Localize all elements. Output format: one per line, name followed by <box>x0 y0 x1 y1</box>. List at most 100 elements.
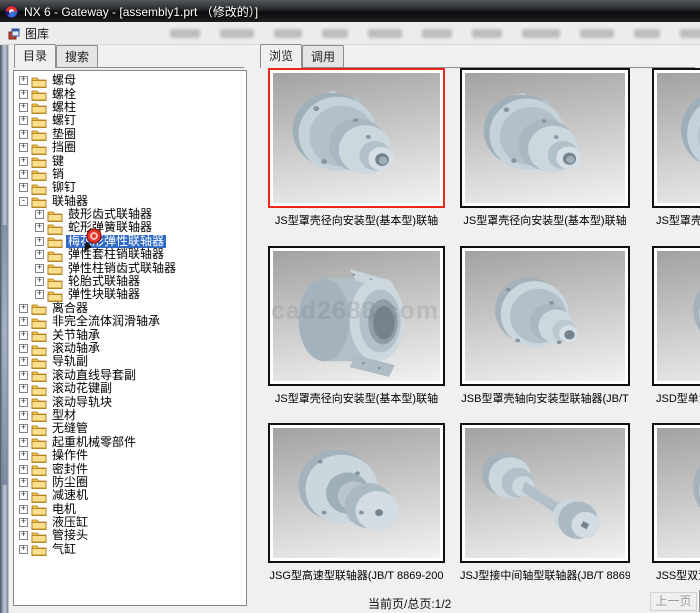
expand-icon[interactable]: + <box>35 210 44 219</box>
tree-item[interactable]: + 管接头 <box>14 529 246 542</box>
thumbnail-frame[interactable] <box>268 246 445 386</box>
library-window-titlebar[interactable]: 图库 <box>8 25 49 42</box>
tree-item-label[interactable]: 弹性柱销齿式联轴器 <box>66 262 178 275</box>
thumbnail-frame[interactable] <box>268 423 445 563</box>
tree-item[interactable]: +销 <box>14 168 246 181</box>
tree-item[interactable]: +螺钉 <box>14 114 246 127</box>
tree-item[interactable]: +蛇形弹簧联轴器 <box>14 221 246 234</box>
expand-icon[interactable]: + <box>35 264 44 273</box>
tree-item[interactable]: +防尘圈 <box>14 476 246 489</box>
coupling-preview-image[interactable] <box>273 73 440 203</box>
thumbnail-frame[interactable] <box>652 246 700 386</box>
tree-item[interactable]: +起重机械零部件 <box>14 436 246 449</box>
expand-icon[interactable]: + <box>19 170 28 179</box>
tree-item-label[interactable]: 管接头 <box>50 529 90 542</box>
coupling-preview-image[interactable] <box>273 251 440 381</box>
tree-item-label[interactable]: 挡圈 <box>50 141 78 154</box>
tree-item[interactable]: + 气缸 <box>14 543 246 556</box>
tree-item[interactable]: +滚动导轨块 <box>14 395 246 408</box>
tree-item-label[interactable]: 铆钉 <box>50 181 78 194</box>
coupling-preview-image[interactable] <box>657 251 700 381</box>
catalog-tree[interactable]: +螺母+螺栓+螺柱+螺钉+垫圈+挡圈+键+销+铆钉-联轴器+鼓形齿式联轴器+蛇形… <box>13 70 247 606</box>
coupling-preview-image[interactable] <box>657 73 700 203</box>
tree-item[interactable]: + 密封件 <box>14 462 246 475</box>
tree-item-label[interactable]: 气缸 <box>50 543 78 556</box>
expand-icon[interactable]: + <box>35 277 44 286</box>
tree-item[interactable]: + 挡圈 <box>14 141 246 154</box>
tree-item-label[interactable]: 电机 <box>50 503 78 516</box>
tree-item[interactable]: + 弹性套柱销联轴器 <box>14 248 246 261</box>
expand-icon[interactable]: + <box>19 384 28 393</box>
tree-item[interactable]: +导轨副 <box>14 355 246 368</box>
tree-item-label[interactable]: 键 <box>50 155 66 168</box>
tree-item-label[interactable]: 梅花形弹性联轴器 <box>66 235 166 248</box>
expand-icon[interactable]: + <box>19 143 28 152</box>
expand-icon[interactable]: + <box>19 451 28 460</box>
expand-icon[interactable]: + <box>19 531 28 540</box>
expand-icon[interactable]: + <box>19 465 28 474</box>
tree-item-label[interactable]: 导轨副 <box>50 355 90 368</box>
tree-item[interactable]: + 型材 <box>14 409 246 422</box>
tree-item[interactable]: +液压缸 <box>14 516 246 529</box>
expand-icon[interactable]: + <box>35 250 44 259</box>
thumbnail-frame-selected[interactable] <box>268 68 445 208</box>
tree-item-label[interactable]: 弹性套柱销联轴器 <box>66 248 166 261</box>
expand-icon[interactable]: + <box>19 90 28 99</box>
tree-item-label[interactable]: 螺母 <box>50 74 78 87</box>
expand-icon[interactable]: + <box>19 304 28 313</box>
tree-item[interactable]: + 电机 <box>14 503 246 516</box>
tree-item[interactable]: +铆钉 <box>14 181 246 194</box>
expand-icon[interactable]: + <box>19 371 28 380</box>
tree-item-label[interactable]: 螺栓 <box>50 88 78 101</box>
thumbnail-cell[interactable]: JS型罩壳径向安装型(基本型)联轴 <box>268 68 445 228</box>
tree-item[interactable]: + 非完全流体润滑轴承 <box>14 315 246 328</box>
tree-item-label[interactable]: 关节轴承 <box>50 329 102 342</box>
tree-item-label[interactable]: 操作件 <box>50 449 90 462</box>
thumbnail-cell[interactable]: JSG型高速型联轴器(JB/T 8869-200 <box>268 423 445 583</box>
tree-item-label[interactable]: 销 <box>50 168 66 181</box>
tree-item-label[interactable]: 密封件 <box>50 463 90 476</box>
tab-browse[interactable]: 浏览 <box>260 44 302 68</box>
expand-icon[interactable]: + <box>19 344 28 353</box>
tab-catalog[interactable]: 目录 <box>14 44 56 68</box>
tree-item-label[interactable]: 蛇形弹簧联轴器 <box>66 221 154 234</box>
thumbnail-frame[interactable] <box>460 246 630 386</box>
tree-item[interactable]: +滚动直线导套副 <box>14 369 246 382</box>
expand-icon[interactable]: + <box>19 518 28 527</box>
tree-item-label[interactable]: 型材 <box>50 409 78 422</box>
expand-icon[interactable]: + <box>19 491 28 500</box>
expand-icon[interactable]: + <box>19 505 28 514</box>
thumbnail-frame[interactable] <box>652 68 700 208</box>
expand-icon[interactable]: + <box>19 545 28 554</box>
coupling-preview-image[interactable] <box>465 73 625 203</box>
tree-item-label[interactable]: 非完全流体润滑轴承 <box>50 315 162 328</box>
thumbnail-cell[interactable]: JS型罩壳径向安装型(基本型)联轴 <box>268 246 445 406</box>
expand-icon[interactable]: + <box>19 130 28 139</box>
thumbnail-frame[interactable] <box>652 423 700 563</box>
tree-item-label[interactable]: 垫圈 <box>50 128 78 141</box>
expand-icon[interactable]: + <box>19 116 28 125</box>
tree-item-label[interactable]: 螺柱 <box>50 101 78 114</box>
expand-icon[interactable]: + <box>19 398 28 407</box>
thumbnail-frame[interactable] <box>460 423 630 563</box>
tree-item[interactable]: + 螺柱 <box>14 101 246 114</box>
tree-item[interactable]: +滚动轴承 <box>14 342 246 355</box>
expand-icon[interactable]: + <box>19 317 28 326</box>
expand-icon[interactable]: + <box>19 76 28 85</box>
tree-item[interactable]: +减速机 <box>14 489 246 502</box>
tree-item[interactable]: +滚动花键副 <box>14 382 246 395</box>
tree-item[interactable]: + 操作件 <box>14 449 246 462</box>
expand-icon[interactable]: + <box>19 438 28 447</box>
tree-item-label[interactable]: 弹性块联轴器 <box>66 288 142 301</box>
expand-icon[interactable]: + <box>35 237 44 246</box>
thumbnail-cell[interactable]: JS型罩壳径向安装型(基本型)联轴 <box>460 68 630 228</box>
tree-item-label[interactable]: 离合器 <box>50 302 90 315</box>
expand-icon[interactable]: + <box>19 411 28 420</box>
coupling-preview-image[interactable] <box>465 428 625 558</box>
previous-page-button[interactable]: 上一页 <box>650 592 697 611</box>
expand-icon[interactable]: + <box>19 103 28 112</box>
expand-icon[interactable]: + <box>35 290 44 299</box>
tree-item[interactable]: + 弹性块联轴器 <box>14 288 246 301</box>
coupling-preview-image[interactable] <box>273 428 440 558</box>
tree-item[interactable]: + 螺母 <box>14 74 246 87</box>
